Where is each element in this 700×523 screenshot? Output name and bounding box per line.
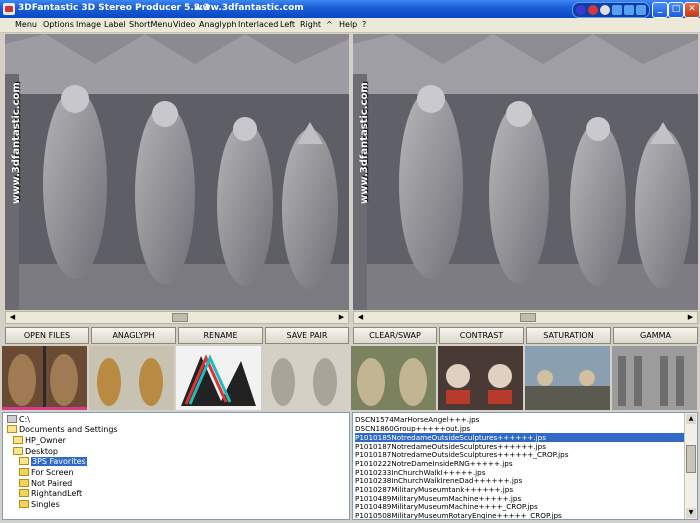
file-list[interactable]: DSCN1574MarHorseAngel+++.jps DSCN1860Gro…: [352, 412, 698, 520]
file-item-selected[interactable]: P1010185NotredameOutsideSculptures++++++…: [355, 433, 685, 442]
tree-item-drive[interactable]: C:\: [7, 415, 30, 425]
tray-icon-1: [576, 5, 586, 15]
folder-tree[interactable]: C:\ Documents and Settings HP_Owner Desk…: [2, 412, 350, 520]
folder-icon: [19, 489, 29, 497]
right-horizontal-scrollbar[interactable]: ◀ ▶: [353, 311, 698, 324]
clear-swap-button[interactable]: CLEAR/SWAP: [353, 327, 437, 344]
menu-bar: Menu Options Image Label ShortMenu Video…: [0, 18, 700, 33]
tray-icon-4: [612, 5, 622, 15]
menu-image[interactable]: Image: [76, 20, 101, 29]
right-image-panel[interactable]: www.3dfantastic.com: [353, 34, 698, 310]
file-item[interactable]: P1010238InChurchWalkIreneDad++++++.jps: [355, 476, 685, 485]
rename-button[interactable]: RENAME: [178, 327, 263, 344]
menu-help[interactable]: Help: [339, 20, 357, 29]
thumbnail-3[interactable]: [263, 346, 348, 410]
tray-icon-5: [624, 5, 634, 15]
scroll-thumb-right[interactable]: [520, 313, 536, 322]
left-stereo-image: [5, 34, 349, 310]
left-horizontal-scrollbar[interactable]: ◀ ▶: [5, 311, 349, 324]
scroll-right-icon[interactable]: ▶: [685, 313, 696, 322]
scroll-up-icon[interactable]: ▲: [686, 414, 696, 424]
thumbnail-0[interactable]: [2, 346, 87, 410]
thumbnail-5[interactable]: [438, 346, 523, 410]
file-list-scrollbar[interactable]: ▲ ▼: [684, 413, 697, 519]
tray-icon-3: [600, 5, 610, 15]
folder-open-icon: [13, 447, 23, 455]
menu-anaglyph[interactable]: Anaglyph: [199, 20, 237, 29]
window-title: 3DFantastic 3D Stereo Producer 5.3.3: [18, 3, 210, 13]
tree-item-not-paired[interactable]: Not Paired: [19, 479, 72, 489]
file-item[interactable]: DSCN1860Group+++++out.jps: [355, 424, 685, 433]
folder-open-icon: [7, 425, 17, 433]
tree-item-hp-owner[interactable]: HP_Owner: [13, 436, 66, 446]
open-files-button[interactable]: OPEN FILES: [5, 327, 89, 344]
thumbnail-1[interactable]: [89, 346, 174, 410]
tree-item-right-and-left[interactable]: RightandLeft: [19, 489, 82, 499]
tree-item-documents[interactable]: Documents and Settings: [7, 425, 118, 435]
folder-icon: [19, 479, 29, 487]
folder-icon: [19, 468, 29, 476]
right-stereo-image: [353, 34, 698, 310]
scroll-thumb-left[interactable]: [172, 313, 188, 322]
drive-icon: [7, 415, 17, 423]
gamma-button[interactable]: GAMMA: [613, 327, 698, 344]
scroll-thumb[interactable]: [686, 445, 696, 473]
tray-icon-6: [636, 5, 646, 15]
folder-open-icon: [19, 457, 29, 465]
title-bar: 3DFantastic 3D Stereo Producer 5.3.3 www…: [0, 0, 700, 18]
thumbnail-2[interactable]: [176, 346, 261, 410]
file-item[interactable]: P1010508MilitaryMuseumRotaryEngine+++++_…: [355, 511, 685, 519]
window-url: www.3dfantastic.com: [194, 3, 304, 13]
scroll-down-icon[interactable]: ▼: [686, 508, 696, 518]
left-image-panel[interactable]: www.3dfantastic.com: [5, 34, 349, 310]
save-pair-button[interactable]: SAVE PAIR: [265, 327, 349, 344]
scroll-left-icon[interactable]: ◀: [355, 313, 366, 322]
scroll-right-icon[interactable]: ▶: [336, 313, 347, 322]
menu-question[interactable]: ?: [362, 20, 366, 29]
folder-icon: [19, 500, 29, 508]
folder-open-icon: [13, 436, 23, 444]
tree-item-singles[interactable]: Singles: [19, 500, 60, 510]
tree-item-for-screen[interactable]: For Screen: [19, 468, 74, 478]
thumbnail-4[interactable]: [351, 346, 436, 410]
thumbnail-strip: [2, 346, 698, 410]
file-item[interactable]: P1010287MilitaryMuseumtank++++++.jps: [355, 485, 685, 494]
menu-video[interactable]: Video: [173, 20, 195, 29]
saturation-button[interactable]: SATURATION: [526, 327, 611, 344]
tree-item-desktop[interactable]: Desktop: [13, 447, 58, 457]
system-tray: [572, 2, 650, 18]
menu-caret[interactable]: ^: [326, 20, 333, 29]
menu-menu[interactable]: Menu: [15, 20, 37, 29]
contrast-button[interactable]: CONTRAST: [439, 327, 524, 344]
maximize-button[interactable]: □: [668, 2, 684, 18]
file-item[interactable]: DSCN1574MarHorseAngel+++.jps: [355, 415, 685, 424]
scroll-left-icon[interactable]: ◀: [7, 313, 18, 322]
menu-shortmenu[interactable]: ShortMenu: [129, 20, 172, 29]
file-item[interactable]: P1010187NotredameOutsideSculptures++++++…: [355, 450, 685, 459]
tray-icon-2: [588, 5, 598, 15]
file-item[interactable]: P1010222NotreDameInsideRNG+++++.jps: [355, 459, 685, 468]
menu-interlaced[interactable]: Interlaced: [238, 20, 278, 29]
menu-label[interactable]: Label: [104, 20, 126, 29]
watermark-right: www.3dfantastic.com: [359, 82, 370, 204]
close-button[interactable]: ✕: [684, 2, 700, 18]
thumbnail-7[interactable]: [612, 346, 697, 410]
minimize-button[interactable]: _: [652, 2, 668, 18]
menu-options[interactable]: Options: [43, 20, 74, 29]
watermark-left: www.3dfantastic.com: [11, 82, 22, 204]
tree-item-favorites[interactable]: 3PS Favorites: [19, 457, 87, 467]
app-icon: [3, 3, 15, 15]
menu-left[interactable]: Left: [280, 20, 295, 29]
thumbnail-6[interactable]: [525, 346, 610, 410]
menu-right[interactable]: Right: [300, 20, 321, 29]
file-item[interactable]: P1010489MilitaryMuseumMachine++++_CROP.j…: [355, 502, 685, 511]
anaglyph-button[interactable]: ANAGLYPH: [91, 327, 176, 344]
